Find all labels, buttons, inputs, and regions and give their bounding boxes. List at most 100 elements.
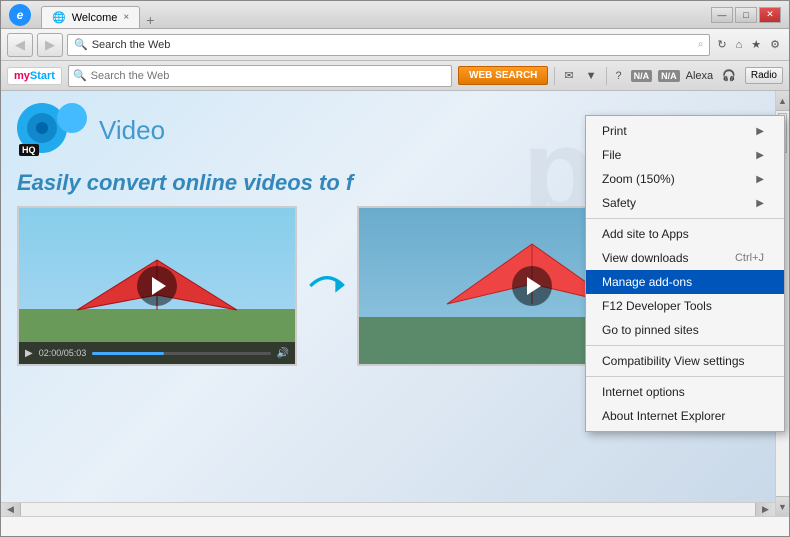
close-button[interactable]: ✕	[759, 7, 781, 23]
minimize-button[interactable]: —	[711, 7, 733, 23]
toolbar-divider-2	[606, 67, 607, 85]
web-search-button[interactable]: WEB SEARCH	[458, 66, 548, 85]
mystart-start: Start	[30, 70, 55, 82]
na-badge-2: N/A	[658, 70, 680, 82]
camera-inner	[27, 113, 57, 143]
context-menu: Print ▶ File ▶ Zoom (150%) ▶ Safety ▶ Add site t…	[585, 115, 785, 432]
radio-button[interactable]: Radio	[745, 67, 783, 84]
camera-hq-container: HQ	[17, 103, 87, 158]
play-ctrl-left[interactable]: ▶	[25, 348, 33, 359]
tab-welcome[interactable]: 🌐 Welcome ×	[41, 6, 140, 28]
forward-button[interactable]: ▶	[37, 33, 63, 57]
menu-arrow-safety: ▶	[756, 198, 764, 209]
toolbar-icon-2[interactable]: ?	[613, 69, 625, 83]
status-bar	[1, 516, 789, 536]
toolbar-icon-1[interactable]: ▼	[583, 69, 600, 83]
menu-item-go_pinned[interactable]: Go to pinned sites	[586, 318, 784, 342]
search-input[interactable]	[91, 70, 447, 82]
menu-item-label-view_downloads: View downloads	[602, 251, 689, 265]
tab-close-btn[interactable]: ×	[123, 12, 129, 23]
camera-lens	[36, 122, 48, 134]
home-icon[interactable]: ⌂	[733, 38, 746, 52]
menu-item-safety[interactable]: Safety ▶	[586, 191, 784, 215]
scroll-down-btn[interactable]: ▼	[776, 496, 789, 516]
menu-separator	[586, 218, 784, 219]
search-icon: 🔍	[74, 38, 88, 51]
browser-window: e 🌐 Welcome × + — □ ✕ ◀ ▶ 🔍 Search the W…	[0, 0, 790, 537]
progress-fill-left	[92, 352, 163, 355]
play-triangle-left	[152, 277, 166, 295]
menu-item-view_downloads[interactable]: View downloads Ctrl+J	[586, 246, 784, 270]
nav-bar: ◀ ▶ 🔍 Search the Web ⌕ ↻ ⌂ ★ ⚙	[1, 29, 789, 61]
star-icon[interactable]: ★	[748, 37, 764, 52]
address-bar-container: 🔍 Search the Web ⌕	[67, 34, 710, 56]
nav-right-icons: ↻ ⌂ ★ ⚙	[714, 37, 783, 52]
na-badge-1: N/A	[631, 70, 653, 82]
menu-item-label-f12_tools: F12 Developer Tools	[602, 299, 712, 313]
mystart-my: my	[14, 70, 30, 82]
menu-item-label-file: File	[602, 148, 621, 162]
tab-icon: 🌐	[52, 11, 66, 24]
back-button[interactable]: ◀	[7, 33, 33, 57]
menu-item-label-zoom: Zoom (150%)	[602, 172, 675, 186]
address-text: Search the Web	[92, 39, 171, 51]
menu-arrow-file: ▶	[756, 150, 764, 161]
menu-shortcut-view_downloads: Ctrl+J	[735, 252, 764, 264]
ie-logo: e	[9, 4, 31, 26]
tab-label: Welcome	[72, 12, 118, 24]
menu-separator	[586, 345, 784, 346]
maximize-button[interactable]: □	[735, 7, 757, 23]
progress-bar-left[interactable]	[92, 352, 270, 355]
menu-item-internet_options[interactable]: Internet options	[586, 380, 784, 404]
email-icon[interactable]: ✉	[561, 68, 576, 83]
menu-item-zoom[interactable]: Zoom (150%) ▶	[586, 167, 784, 191]
title-bar-tabs: 🌐 Welcome × +	[41, 1, 711, 28]
scroll-right-btn[interactable]: ▶	[755, 503, 775, 516]
menu-item-label-internet_options: Internet options	[602, 385, 685, 399]
toolbar-divider-1	[554, 67, 555, 85]
address-bar[interactable]: 🔍 Search the Web ⌕	[67, 34, 710, 56]
play-btn-right[interactable]	[512, 266, 552, 306]
toolbar: myStart 🔍 WEB SEARCH ✉ ▼ ? N/A N/A Alexa…	[1, 61, 789, 91]
video-controls-left: ▶ 02:00/05:03 🔊	[19, 342, 295, 364]
refresh-icon[interactable]: ↻	[714, 37, 729, 52]
mystart-logo: myStart	[7, 67, 62, 85]
video-title: Video	[99, 115, 165, 146]
menu-item-label-go_pinned: Go to pinned sites	[602, 323, 699, 337]
menu-item-manage_addons[interactable]: Manage add-ons	[586, 270, 784, 294]
menu-item-about_ie[interactable]: About Internet Explorer	[586, 404, 784, 428]
settings-icon[interactable]: ⚙	[767, 37, 783, 52]
menu-arrow-print: ▶	[756, 126, 764, 137]
hq-badge: HQ	[19, 144, 39, 156]
time-display-left: 02:00/05:03	[39, 348, 87, 358]
menu-item-label-add_site: Add site to Apps	[602, 227, 689, 241]
menu-item-f12_tools[interactable]: F12 Developer Tools	[586, 294, 784, 318]
new-tab-btn[interactable]: +	[146, 12, 154, 28]
menu-item-compat_view[interactable]: Compatibility View settings	[586, 349, 784, 373]
arrow-connector	[297, 206, 357, 366]
camera-small	[57, 103, 87, 133]
window-controls: — □ ✕	[711, 7, 781, 23]
video-thumb-left: ▶ 02:00/05:03 🔊	[17, 206, 297, 366]
search-box-icon: 🔍	[73, 69, 87, 82]
headphones-icon: 🎧	[719, 68, 739, 83]
title-bar-left: e	[9, 4, 31, 26]
content-area: pv7 HQ Video	[1, 91, 789, 516]
menu-item-label-safety: Safety	[602, 196, 636, 210]
menu-item-file[interactable]: File ▶	[586, 143, 784, 167]
menu-item-add_site[interactable]: Add site to Apps	[586, 222, 784, 246]
address-bar-magnify: ⌕	[698, 39, 704, 50]
scrollbar-horizontal[interactable]: ◀ ▶	[1, 502, 775, 516]
menu-item-print[interactable]: Print ▶	[586, 119, 784, 143]
volume-icon-left[interactable]: 🔊	[277, 348, 289, 359]
scroll-left-btn[interactable]: ◀	[1, 503, 21, 516]
scroll-up-btn[interactable]: ▲	[776, 91, 789, 111]
menu-item-label-print: Print	[602, 124, 627, 138]
title-bar: e 🌐 Welcome × + — □ ✕	[1, 1, 789, 29]
menu-item-label-compat_view: Compatibility View settings	[602, 354, 745, 368]
menu-item-label-manage_addons: Manage add-ons	[602, 275, 692, 289]
menu-arrow-zoom: ▶	[756, 174, 764, 185]
play-btn-left[interactable]	[137, 266, 177, 306]
search-box[interactable]: 🔍	[68, 65, 452, 87]
menu-separator	[586, 376, 784, 377]
